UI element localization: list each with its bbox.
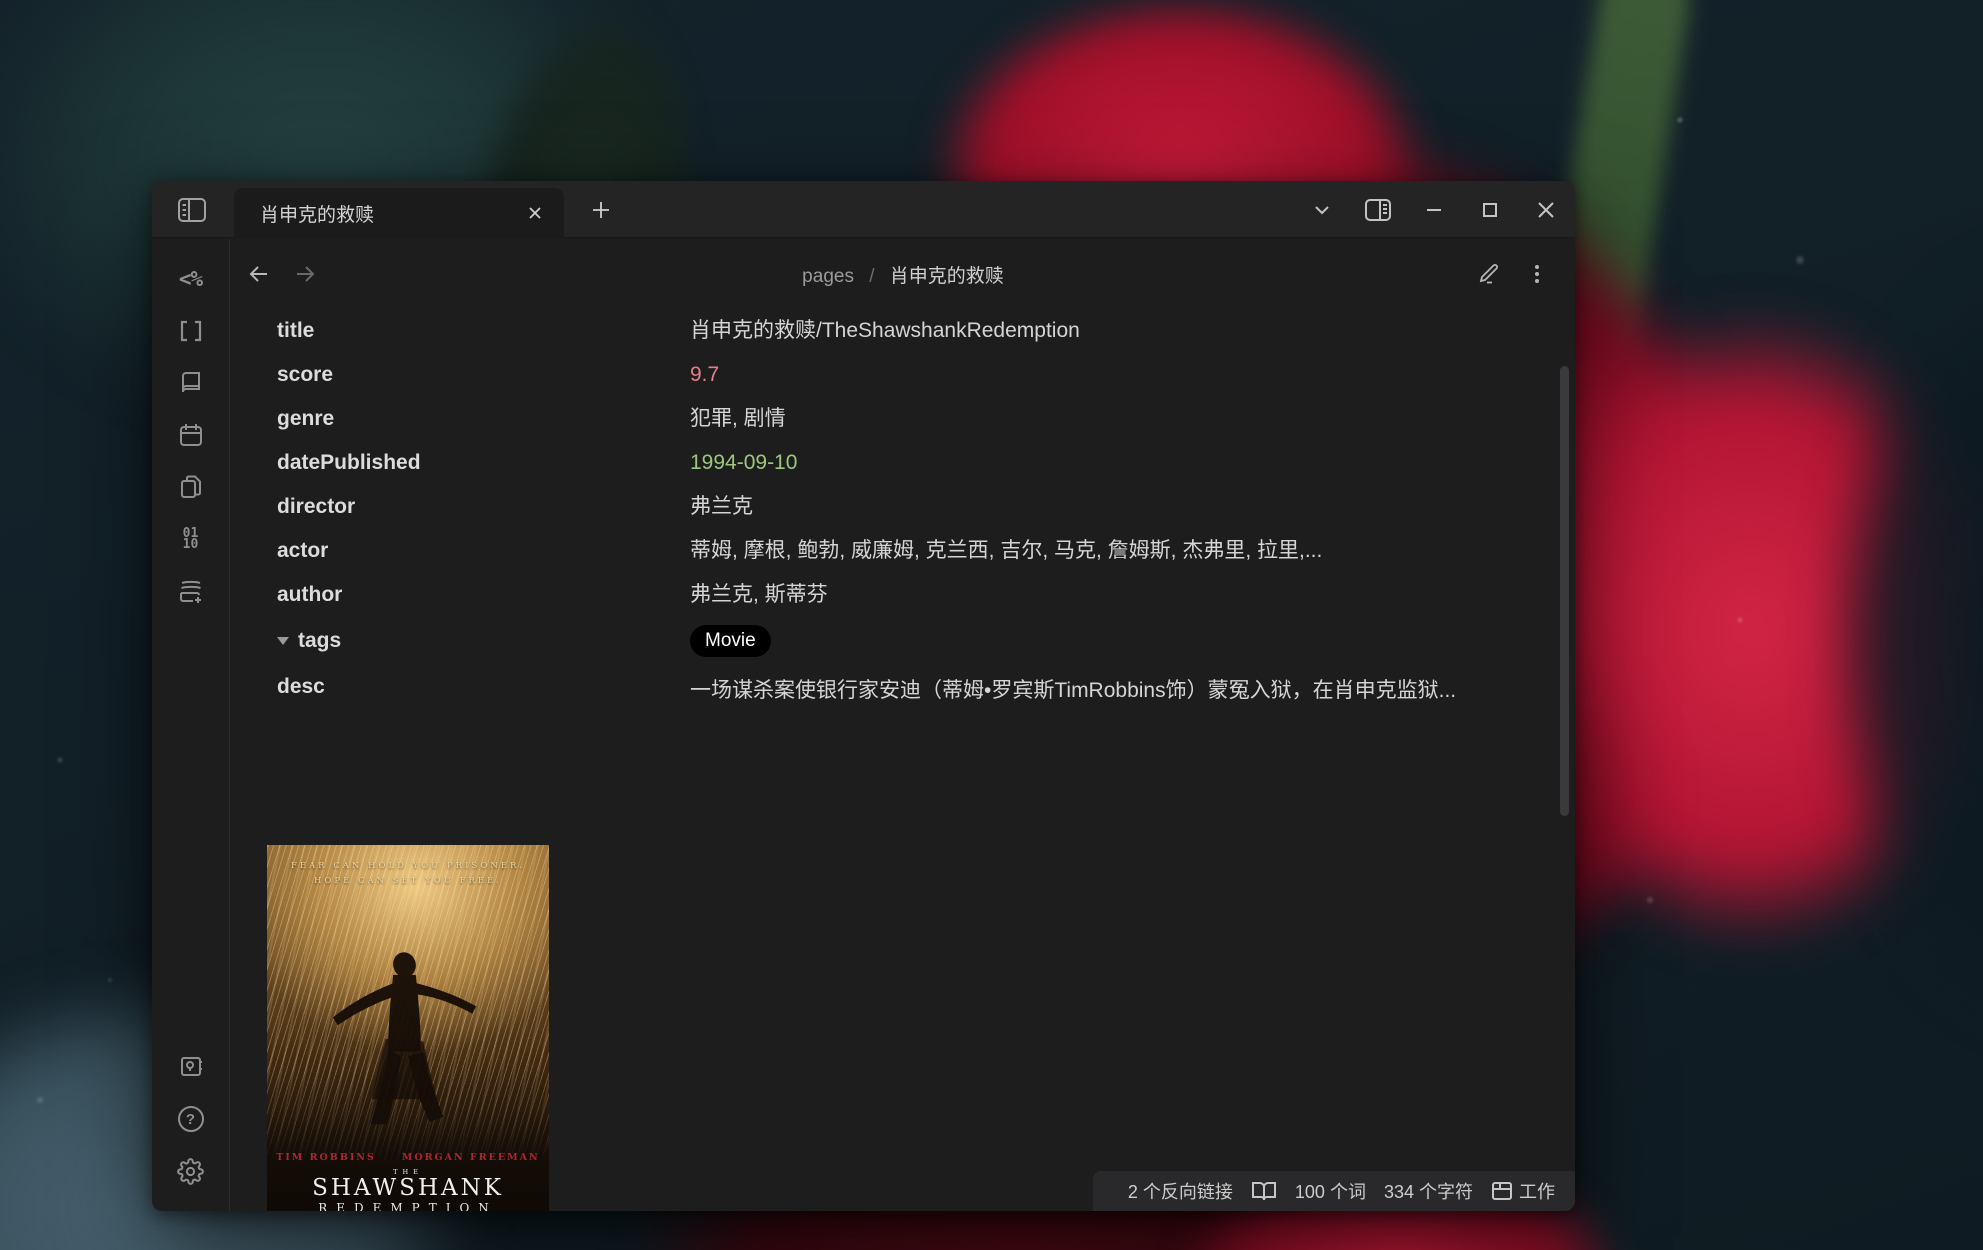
editor-area: pages / 肖申克的救赎 xyxy=(231,239,1575,1211)
card-add-icon[interactable] xyxy=(177,577,205,605)
tab-close-icon[interactable] xyxy=(520,198,550,228)
document-content: title 肖申克的救赎/TheShawshankRedemption scor… xyxy=(231,309,1575,1211)
attribute-value[interactable]: 弗兰克, 斯蒂芬 xyxy=(690,581,1575,609)
close-icon xyxy=(1536,200,1556,220)
attribute-key[interactable]: desc xyxy=(277,673,690,701)
attribute-row-datePublished: datePublished 1994-09-10 xyxy=(277,441,1575,485)
poster-title-sub: REDEMPTION xyxy=(318,1201,498,1211)
attribute-row-score: score 9.7 xyxy=(277,353,1575,397)
gear-icon[interactable] xyxy=(177,1157,205,1185)
attribute-row-tags: tags Movie xyxy=(277,617,1575,665)
tab-menu-button[interactable] xyxy=(1309,197,1335,223)
attribute-value[interactable]: 9.7 xyxy=(690,361,1575,389)
kebab-menu-icon xyxy=(1527,263,1547,285)
left-dock: <% xyxy=(152,239,230,1211)
movie-poster-image[interactable]: FEAR CAN HOLD YOU PRISONER. HOPE CAN SET… xyxy=(267,845,549,1211)
workspace-switcher[interactable]: 工作 xyxy=(1491,1178,1555,1204)
desktop: 肖申克的救赎 xyxy=(0,0,1983,1250)
attribute-key[interactable]: datePublished xyxy=(277,449,690,477)
template-icon[interactable]: <% xyxy=(177,265,205,293)
attribute-value[interactable]: 弗兰克 xyxy=(690,493,1575,521)
vault-icon[interactable] xyxy=(177,1053,205,1081)
more-options-button[interactable] xyxy=(1523,260,1551,288)
copy-icon[interactable] xyxy=(177,473,205,501)
backlinks-count[interactable]: 2 个反向链接 xyxy=(1128,1178,1233,1204)
breadcrumb: pages / 肖申克的救赎 xyxy=(802,261,1004,288)
close-window-button[interactable] xyxy=(1533,197,1559,223)
attribute-key[interactable]: score xyxy=(277,361,690,389)
poster-actor-names: TIM ROBBINS MORGAN FREEMAN xyxy=(276,1152,539,1163)
toolbar-right-group xyxy=(1475,260,1551,288)
tag-movie[interactable]: Movie xyxy=(690,625,771,657)
binary-icon[interactable]: 01 10 xyxy=(177,525,205,553)
new-tab-button[interactable] xyxy=(584,194,618,226)
vertical-scrollbar-thumb[interactable] xyxy=(1560,366,1569,816)
chevron-down-icon xyxy=(1312,200,1332,220)
attribute-row-desc: desc 一场谋杀案使银行家安迪（蒂姆•罗宾斯TimRobbins饰）蒙冤入狱，… xyxy=(277,665,1575,716)
tab-shawshank[interactable]: 肖申克的救赎 xyxy=(234,188,564,238)
editor-toolbar: pages / 肖申克的救赎 xyxy=(231,239,1575,309)
attribute-key[interactable]: director xyxy=(277,493,690,521)
attribute-key[interactable]: title xyxy=(277,317,690,345)
poster-tagline: FEAR CAN HOLD YOU PRISONER. HOPE CAN SET… xyxy=(267,859,549,889)
attribute-value: Movie xyxy=(690,625,1575,657)
attribute-row-title: title 肖申克的救赎/TheShawshankRedemption xyxy=(277,309,1575,353)
poster-bottom-block: TIM ROBBINS MORGAN FREEMAN THE SHAWSHANK… xyxy=(267,1150,549,1211)
help-icon[interactable]: ? xyxy=(177,1105,205,1133)
word-count: 100 个词 xyxy=(1295,1178,1366,1204)
status-bar: 2 个反向链接 100 个词 334 个字符 xyxy=(1093,1171,1575,1211)
maximize-button[interactable] xyxy=(1477,197,1503,223)
attribute-row-author: author 弗兰克, 斯蒂芬 xyxy=(277,573,1575,617)
back-button[interactable] xyxy=(243,258,275,290)
open-book-icon[interactable] xyxy=(1251,1180,1277,1202)
attribute-value[interactable]: 一场谋杀案使银行家安迪（蒂姆•罗宾斯TimRobbins饰）蒙冤入狱，在肖申克监… xyxy=(690,673,1502,708)
breadcrumb-current[interactable]: 肖申克的救赎 xyxy=(890,266,1004,287)
minimize-button[interactable] xyxy=(1421,197,1447,223)
attribute-table: title 肖申克的救赎/TheShawshankRedemption scor… xyxy=(231,309,1575,716)
char-count: 334 个字符 xyxy=(1384,1178,1473,1204)
breadcrumb-parent[interactable]: pages xyxy=(802,266,854,287)
pencil-icon xyxy=(1477,262,1501,286)
attribute-key[interactable]: actor xyxy=(277,537,690,565)
workspace-name: 工作 xyxy=(1519,1178,1555,1204)
attribute-value[interactable]: 犯罪, 剧情 xyxy=(690,405,1575,433)
panel-right-icon xyxy=(1364,198,1392,222)
maximize-icon xyxy=(1481,201,1499,219)
workspace-icon xyxy=(1491,1181,1513,1201)
attribute-row-director: director 弗兰克 xyxy=(277,485,1575,529)
right-dock-toggle-button[interactable] xyxy=(1365,197,1391,223)
app-window: 肖申克的救赎 xyxy=(152,181,1575,1211)
brackets-icon[interactable] xyxy=(177,317,205,345)
arrow-right-icon xyxy=(293,262,317,286)
attribute-value[interactable]: 1994-09-10 xyxy=(690,449,1575,477)
left-dock-toggle-button[interactable] xyxy=(174,194,210,226)
tab-strip: 肖申克的救赎 xyxy=(152,181,1575,238)
edit-mode-button[interactable] xyxy=(1475,260,1503,288)
attribute-key[interactable]: tags xyxy=(277,627,690,655)
dock-bottom-group: ? xyxy=(177,1053,205,1185)
poster-figure xyxy=(316,923,492,1175)
panel-left-icon xyxy=(177,197,207,223)
calendar-icon[interactable] xyxy=(177,421,205,449)
attribute-key[interactable]: genre xyxy=(277,405,690,433)
collapse-arrow-icon[interactable] xyxy=(277,637,289,645)
plus-icon xyxy=(591,200,611,220)
breadcrumb-separator: / xyxy=(869,266,874,287)
attribute-row-actor: actor 蒂姆, 摩根, 鲍勃, 威廉姆, 克兰西, 吉尔, 马克, 詹姆斯,… xyxy=(277,529,1575,573)
minimize-icon xyxy=(1424,200,1444,220)
forward-button[interactable] xyxy=(289,258,321,290)
attribute-key[interactable]: author xyxy=(277,581,690,609)
tab-title: 肖申克的救赎 xyxy=(260,200,520,227)
arrow-left-icon xyxy=(247,262,271,286)
attribute-value[interactable]: 肖申克的救赎/TheShawshankRedemption xyxy=(690,317,1575,345)
book-icon[interactable] xyxy=(177,369,205,397)
attribute-value[interactable]: 蒂姆, 摩根, 鲍勃, 威廉姆, 克兰西, 吉尔, 马克, 詹姆斯, 杰弗里, … xyxy=(690,537,1575,565)
poster-title-main: SHAWSHANK xyxy=(312,1176,504,1200)
attribute-row-genre: genre 犯罪, 剧情 xyxy=(277,397,1575,441)
dock-top-group: <% xyxy=(177,265,205,605)
window-controls xyxy=(1309,181,1559,238)
